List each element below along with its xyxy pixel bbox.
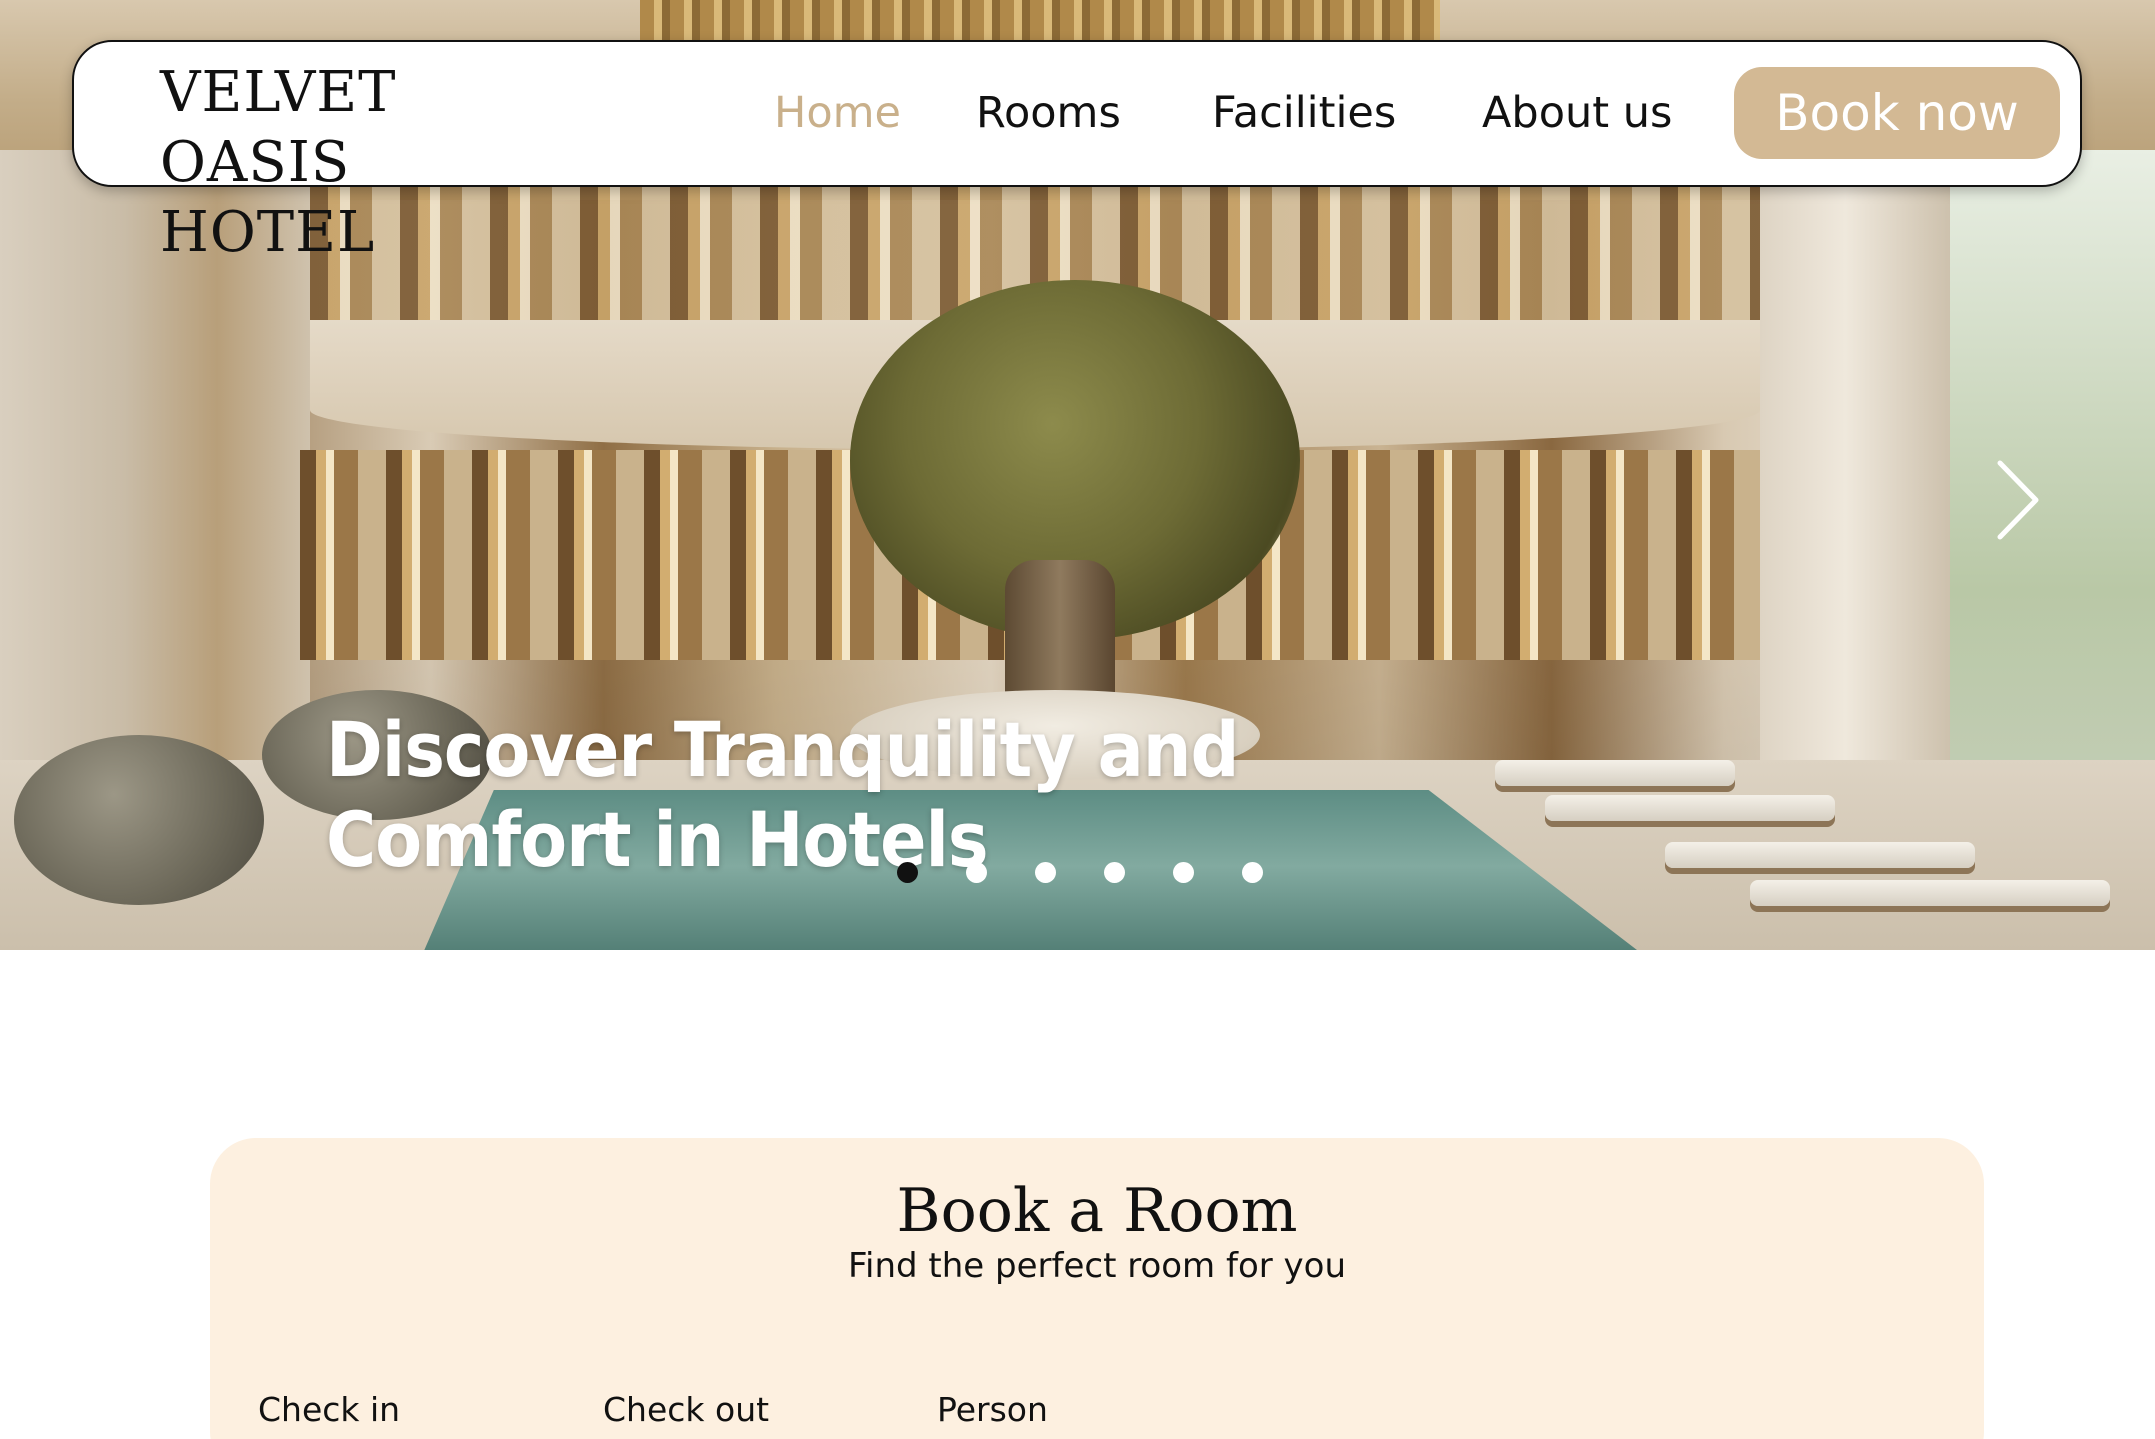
booking-title: Book a Room [896,1176,1298,1246]
hero-sun-lounger [1665,842,1975,868]
hero-sun-lounger [1750,880,2110,906]
person-label: Person [937,1390,1048,1429]
hero-sun-lounger [1545,795,1835,821]
carousel-dot[interactable] [966,862,987,883]
hero-lounge-chair [14,735,264,905]
carousel-dot[interactable] [1173,862,1194,883]
check-out-label: Check out [603,1390,770,1429]
nav-facilities[interactable]: Facilities [1212,88,1396,138]
hotel-logo[interactable]: VELVET OASIS HOTEL [160,58,580,268]
check-in-label: Check in [258,1390,401,1429]
booking-card: Book a Room Find the perfect room for yo… [210,1138,1984,1439]
nav-rooms[interactable]: Rooms [976,88,1121,138]
carousel-dot[interactable] [897,862,918,883]
navbar: VELVET OASIS HOTEL Home Rooms Facilities… [72,40,2082,265]
logo-line-2: HOTEL [160,200,376,265]
hero-sun-lounger [1495,760,1735,786]
carousel-dot[interactable] [1242,862,1263,883]
carousel-dot[interactable] [1035,862,1056,883]
book-now-button[interactable]: Book now [1734,67,2060,159]
nav-about-us[interactable]: About us [1482,88,1672,138]
hero-title: Discover Tranquility and Comfort in Hote… [326,705,1239,884]
carousel-next-button[interactable] [1986,455,2046,545]
nav-home[interactable]: Home [774,88,901,138]
logo-line-1: VELVET OASIS [160,60,397,195]
chevron-right-icon [1997,460,2039,540]
hero-tree-trunk [1005,560,1115,710]
carousel-dot[interactable] [1104,862,1125,883]
booking-subtitle: Find the perfect room for you [847,1246,1347,1286]
